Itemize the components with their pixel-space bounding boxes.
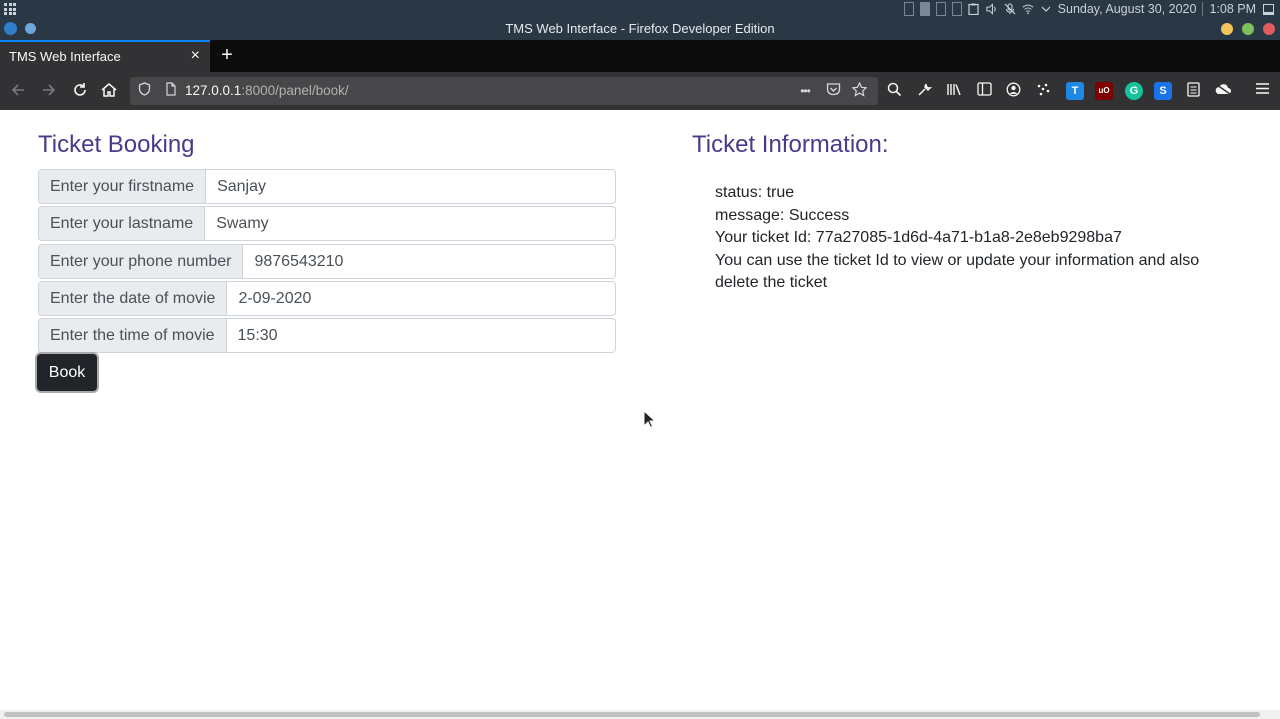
url-path: :8000/panel/book/ <box>241 83 349 98</box>
search-icon[interactable] <box>885 82 903 100</box>
home-button[interactable] <box>99 81 119 101</box>
close-window-button[interactable] <box>1263 23 1275 35</box>
tray-separator <box>1202 2 1204 16</box>
translate-extension-icon[interactable]: T <box>1066 82 1084 100</box>
tab-label: TMS Web Interface <box>9 49 121 64</box>
clock-date[interactable]: Sunday, August 30, 2020 <box>1058 2 1197 16</box>
library-icon[interactable] <box>945 82 963 100</box>
minimize-button[interactable] <box>1221 23 1233 35</box>
ticket-hint-line: You can use the ticket Id to view or upd… <box>715 251 1200 292</box>
page-actions-icon[interactable]: ••• <box>797 82 813 100</box>
back-button[interactable] <box>8 81 28 101</box>
workspace-3-icon[interactable] <box>935 2 946 16</box>
movie-date-label: Enter the date of movie <box>38 281 228 316</box>
message-line: message: Success <box>715 206 850 224</box>
new-tab-button[interactable]: + <box>217 44 237 66</box>
workspace-2-icon[interactable] <box>919 2 930 16</box>
mic-muted-icon[interactable] <box>1004 3 1016 15</box>
lastname-input[interactable] <box>205 206 616 241</box>
window-controls <box>1221 23 1275 35</box>
app-grid-icon[interactable] <box>4 3 16 15</box>
system-tray: Sunday, August 30, 2020 1:08 PM <box>903 0 1280 18</box>
url-bar[interactable]: 127.0.0.1:8000/panel/book/ ••• <box>130 77 878 105</box>
wifi-icon[interactable] <box>1022 3 1034 15</box>
s-extension-icon[interactable]: S <box>1154 82 1172 100</box>
scrollbar-thumb[interactable] <box>4 712 1260 717</box>
clipboard-icon[interactable] <box>968 3 980 15</box>
page-info-icon[interactable] <box>163 82 179 100</box>
phone-input[interactable] <box>243 244 616 279</box>
window-titlebar: TMS Web Interface - Firefox Developer Ed… <box>0 18 1280 40</box>
tab-tms-web-interface[interactable]: TMS Web Interface × <box>0 40 210 72</box>
url-text[interactable]: 127.0.0.1:8000/panel/book/ <box>185 83 349 98</box>
reload-button[interactable] <box>70 81 90 101</box>
url-host: 127.0.0.1 <box>185 83 242 98</box>
sidebar-icon[interactable] <box>975 82 993 100</box>
phone-label: Enter your phone number <box>38 244 244 279</box>
ublock-origin-icon[interactable]: uO <box>1095 82 1113 100</box>
page-content: Ticket Booking Enter your firstname Ente… <box>0 110 1280 710</box>
workspace-1-icon[interactable] <box>903 2 914 16</box>
forward-button[interactable] <box>39 81 59 101</box>
lastname-label: Enter your lastname <box>38 206 206 241</box>
firstname-input[interactable] <box>206 169 616 204</box>
hamburger-menu-icon[interactable] <box>1253 82 1271 100</box>
window-pin-icon[interactable] <box>25 23 36 34</box>
mouse-pointer-icon <box>643 410 655 429</box>
ticket-information-heading: Ticket Information: <box>692 131 889 158</box>
extension-sparkle-icon[interactable] <box>1034 82 1052 100</box>
chevron-down-icon[interactable] <box>1040 3 1052 15</box>
volume-icon[interactable] <box>986 3 998 15</box>
window-title: TMS Web Interface - Firefox Developer Ed… <box>505 21 775 36</box>
maximize-button[interactable] <box>1242 23 1254 35</box>
firstname-group: Enter your firstname <box>38 169 616 204</box>
firefox-logo-icon[interactable] <box>4 22 17 35</box>
status-line: status: true <box>715 184 795 201</box>
workspace-4-icon[interactable] <box>951 2 962 16</box>
tab-close-icon[interactable]: × <box>191 48 200 64</box>
shield-icon[interactable] <box>136 82 152 100</box>
tab-strip: TMS Web Interface × + <box>0 40 1280 72</box>
cloud-extension-icon[interactable] <box>1214 82 1232 100</box>
horizontal-scrollbar[interactable] <box>0 710 1280 719</box>
ticket-information-body: status: true message: Success Your ticke… <box>715 182 1245 295</box>
movie-time-label: Enter the time of movie <box>38 318 227 353</box>
bookmark-star-icon[interactable] <box>851 81 867 101</box>
movie-date-input[interactable] <box>227 281 616 316</box>
ticket-booking-heading: Ticket Booking <box>38 131 195 158</box>
movie-time-input[interactable] <box>226 318 616 353</box>
ticket-id-line: Your ticket Id: 77a27085-1d6d-4a71-b1a8-… <box>715 229 1122 246</box>
notes-icon[interactable] <box>1184 82 1202 100</box>
navigation-toolbar: 127.0.0.1:8000/panel/book/ ••• T uO G S <box>0 72 1280 110</box>
phone-group: Enter your phone number <box>38 244 616 279</box>
movie-time-group: Enter the time of movie <box>38 318 616 353</box>
clock-time[interactable]: 1:08 PM <box>1209 2 1256 16</box>
wrench-icon[interactable] <box>915 82 933 100</box>
window-menu-icons <box>4 22 36 35</box>
pocket-icon[interactable] <box>825 82 841 100</box>
lastname-group: Enter your lastname <box>38 206 616 241</box>
grammarly-icon[interactable]: G <box>1125 82 1143 100</box>
book-button[interactable]: Book <box>37 354 97 391</box>
show-desktop-icon[interactable] <box>1262 3 1274 15</box>
firstname-label: Enter your firstname <box>38 169 207 204</box>
account-icon[interactable] <box>1004 82 1022 100</box>
os-top-panel: Sunday, August 30, 2020 1:08 PM <box>0 0 1280 18</box>
movie-date-group: Enter the date of movie <box>38 281 616 316</box>
